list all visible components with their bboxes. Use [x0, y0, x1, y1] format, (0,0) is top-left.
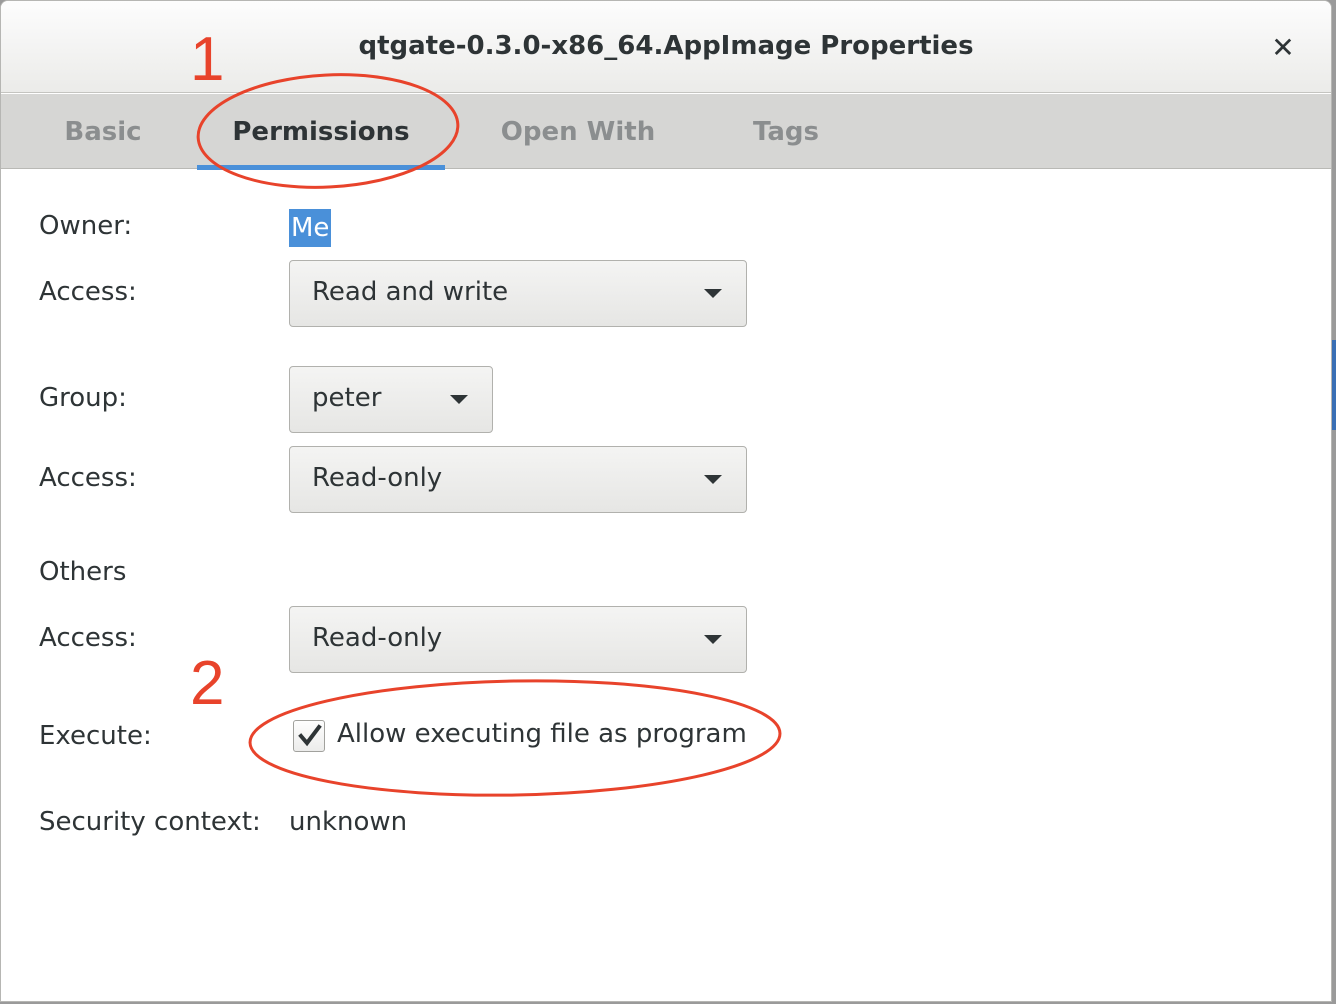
dropdown-arrow-icon — [704, 289, 722, 298]
execute-checkbox[interactable] — [293, 720, 325, 752]
group-value: peter — [312, 383, 382, 413]
security-context-value: unknown — [289, 807, 408, 837]
group-access-label: Access: — [39, 463, 137, 493]
others-access-dropdown[interactable]: Read-only — [289, 606, 747, 673]
annotation-number-2: 2 — [190, 649, 225, 718]
close-icon: ✕ — [1271, 30, 1295, 64]
properties-dialog: qtgate-0.3.0-x86_64.AppImage Properties … — [0, 0, 1332, 1002]
dropdown-arrow-icon — [704, 635, 722, 644]
others-access-value: Read-only — [312, 623, 443, 653]
tab-basic[interactable]: Basic — [41, 94, 165, 169]
others-access-label: Access: — [39, 623, 137, 653]
owner-value[interactable]: Me — [289, 209, 332, 247]
others-label: Others — [39, 557, 127, 587]
tab-tags[interactable]: Tags — [731, 94, 841, 169]
owner-access-label: Access: — [39, 277, 137, 307]
tab-bar: Basic Permissions Open With Tags — [1, 94, 1331, 170]
dropdown-arrow-icon — [704, 475, 722, 484]
execute-label: Execute: — [39, 721, 152, 751]
dropdown-arrow-icon — [450, 395, 468, 404]
owner-access-dropdown[interactable]: Read and write — [289, 260, 747, 327]
close-button[interactable]: ✕ — [1265, 29, 1301, 65]
security-context-label: Security context: — [39, 807, 261, 837]
owner-access-value: Read and write — [312, 277, 509, 307]
group-access-dropdown[interactable]: Read-only — [289, 446, 747, 513]
owner-label: Owner: — [39, 211, 133, 241]
checkmark-icon — [298, 724, 322, 747]
tab-permissions[interactable]: Permissions — [197, 94, 445, 170]
execute-checkbox-label[interactable]: Allow executing file as program — [337, 719, 747, 749]
group-access-value: Read-only — [312, 463, 443, 493]
tab-open-with[interactable]: Open With — [479, 94, 677, 169]
group-label: Group: — [39, 383, 127, 413]
group-dropdown[interactable]: peter — [289, 366, 493, 433]
annotation-number-1: 1 — [190, 25, 225, 94]
